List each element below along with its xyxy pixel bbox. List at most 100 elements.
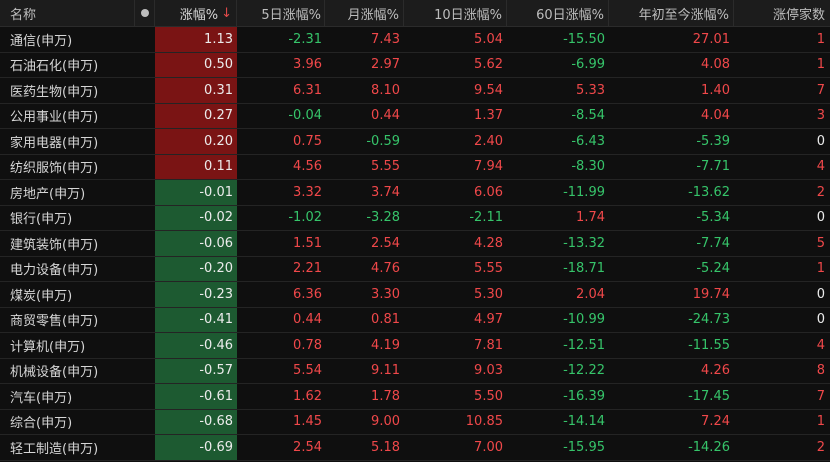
cell-change: -0.69	[155, 435, 237, 460]
cell-10d-change: 7.00	[474, 439, 503, 455]
cell-5d-change: 4.56	[293, 159, 322, 175]
column-header-5d-change[interactable]: 5日涨幅%	[237, 0, 325, 26]
column-header-60d-change[interactable]: 60日涨幅%	[507, 0, 609, 26]
cell-5d-change: 0.44	[293, 312, 322, 328]
cell-5d-change: 6.36	[293, 286, 322, 302]
cell-change: -0.41	[155, 307, 237, 332]
table-row[interactable]: 煤炭(申万) -0.23 6.36 3.30 5.30 2.04 19.74 0	[0, 282, 830, 308]
cell-5d-change: 2.54	[293, 439, 322, 455]
cell-10d-change: 7.81	[474, 337, 503, 353]
column-header-limit-up-count[interactable]: 涨停家数	[734, 0, 830, 26]
cell-sector-name: 银行(申万)	[10, 212, 73, 228]
cell-5d-change: 2.21	[293, 261, 322, 277]
cell-month-change: 4.19	[371, 337, 400, 353]
cell-5d-change: 3.32	[293, 184, 322, 200]
cell-limit-up-count: 4	[816, 159, 825, 175]
cell-sector-name: 商贸零售(申万)	[10, 314, 99, 330]
column-header-10d-change[interactable]: 10日涨幅%	[404, 0, 507, 26]
table-row[interactable]: 家用电器(申万) 0.20 0.75 -0.59 2.40 -6.43 -5.39 0	[0, 129, 830, 155]
cell-ytd-change: -13.62	[688, 184, 730, 200]
cell-5d-change: -0.04	[288, 108, 322, 124]
table-row[interactable]: 机械设备(申万) -0.57 5.54 9.11 9.03 -12.22 4.26 8	[0, 358, 830, 384]
cell-10d-change: 5.04	[474, 31, 503, 47]
cell-limit-up-count: 0	[816, 133, 825, 149]
cell-limit-up-count: 7	[816, 388, 825, 404]
cell-60d-change: -6.43	[571, 133, 605, 149]
table-row[interactable]: 电力设备(申万) -0.20 2.21 4.76 5.55 -18.71 -5.24 1	[0, 256, 830, 282]
cell-month-change: -3.28	[366, 210, 400, 226]
table-row[interactable]: 纺织服饰(申万) 0.11 4.56 5.55 7.94 -8.30 -7.71 4	[0, 154, 830, 180]
cell-ytd-change: 1.40	[701, 82, 730, 98]
cell-ytd-change: 27.01	[692, 31, 730, 47]
cell-sector-name: 通信(申万)	[10, 33, 73, 49]
cell-month-change: 7.43	[371, 31, 400, 47]
cell-ytd-change: 4.08	[701, 57, 730, 73]
cell-spacer	[135, 308, 155, 333]
table-row[interactable]: 商贸零售(申万) -0.41 0.44 0.81 4.97 -10.99 -24.73 0	[0, 307, 830, 333]
table-row[interactable]: 综合(申万) -0.68 1.45 9.00 10.85 -14.14 7.24 1	[0, 409, 830, 435]
cell-spacer	[135, 155, 155, 180]
column-header-change[interactable]: 涨幅% ↓	[155, 0, 237, 26]
cell-ytd-change: -17.45	[688, 388, 730, 404]
cell-ytd-change: -7.71	[696, 159, 730, 175]
cell-change: 0.50	[155, 52, 237, 77]
cell-ytd-change: 7.24	[701, 414, 730, 430]
cell-10d-change: 9.03	[474, 363, 503, 379]
table-row[interactable]: 计算机(申万) -0.46 0.78 4.19 7.81 -12.51 -11.55 4	[0, 333, 830, 359]
sort-desc-arrow-icon: ↓	[221, 5, 232, 21]
table-row[interactable]: 轻工制造(申万) -0.69 2.54 5.18 7.00 -15.95 -14.26 2	[0, 435, 830, 461]
table-row[interactable]: 医药生物(申万) 0.31 6.31 8.10 9.54 5.33 1.40 7	[0, 78, 830, 104]
cell-ytd-change: -5.39	[696, 133, 730, 149]
column-header-name[interactable]: 名称	[0, 0, 135, 26]
column-header-month-change[interactable]: 月涨幅%	[325, 0, 404, 26]
cell-sector-name: 家用电器(申万)	[10, 135, 99, 151]
cell-10d-change: 4.97	[474, 312, 503, 328]
cell-change: 0.31	[155, 78, 237, 103]
cell-change: -0.20	[155, 256, 237, 281]
cell-10d-change: 5.55	[474, 261, 503, 277]
table-row[interactable]: 建筑装饰(申万) -0.06 1.51 2.54 4.28 -13.32 -7.74 5	[0, 231, 830, 257]
cell-5d-change: 1.51	[293, 235, 322, 251]
cell-60d-change: -8.54	[571, 108, 605, 124]
column-settings-dot-icon[interactable]	[135, 0, 155, 26]
table-row[interactable]: 通信(申万) 1.13 -2.31 7.43 5.04 -15.50 27.01 1	[0, 27, 830, 53]
cell-month-change: 3.30	[371, 286, 400, 302]
cell-10d-change: 5.62	[474, 57, 503, 73]
cell-spacer	[135, 53, 155, 78]
cell-5d-change: 1.45	[293, 414, 322, 430]
cell-spacer	[135, 410, 155, 435]
cell-10d-change: 9.54	[474, 82, 503, 98]
cell-spacer	[135, 206, 155, 231]
table-row[interactable]: 房地产(申万) -0.01 3.32 3.74 6.06 -11.99 -13.62 2	[0, 180, 830, 206]
cell-spacer	[135, 78, 155, 103]
cell-60d-change: -11.99	[563, 184, 605, 200]
cell-change: -0.61	[155, 384, 237, 409]
column-header-ytd-change[interactable]: 年初至今涨幅%	[609, 0, 734, 26]
cell-month-change: 2.97	[371, 57, 400, 73]
cell-10d-change: 2.40	[474, 133, 503, 149]
cell-ytd-change: -5.34	[696, 210, 730, 226]
cell-spacer	[135, 129, 155, 154]
cell-60d-change: -16.39	[563, 388, 605, 404]
cell-sector-name: 房地产(申万)	[10, 186, 86, 202]
cell-limit-up-count: 1	[816, 57, 825, 73]
cell-5d-change: 5.54	[293, 363, 322, 379]
cell-limit-up-count: 7	[816, 82, 825, 98]
table-row[interactable]: 汽车(申万) -0.61 1.62 1.78 5.50 -16.39 -17.45 7	[0, 384, 830, 410]
table-row[interactable]: 公用事业(申万) 0.27 -0.04 0.44 1.37 -8.54 4.04 3	[0, 103, 830, 129]
cell-spacer	[135, 333, 155, 358]
table-row[interactable]: 银行(申万) -0.02 -1.02 -3.28 -2.11 1.74 -5.34 0	[0, 205, 830, 231]
cell-change: -0.68	[155, 409, 237, 434]
cell-sector-name: 纺织服饰(申万)	[10, 161, 99, 177]
cell-change: -0.06	[155, 231, 237, 256]
cell-limit-up-count: 0	[816, 312, 825, 328]
cell-60d-change: 1.74	[576, 210, 605, 226]
cell-month-change: 0.44	[371, 108, 400, 124]
table-row[interactable]: 石油石化(申万) 0.50 3.96 2.97 5.62 -6.99 4.08 1	[0, 52, 830, 78]
cell-spacer	[135, 384, 155, 409]
cell-60d-change: -18.71	[563, 261, 605, 277]
cell-10d-change: 5.30	[474, 286, 503, 302]
cell-limit-up-count: 1	[816, 261, 825, 277]
cell-5d-change: 1.62	[293, 388, 322, 404]
cell-5d-change: 3.96	[293, 57, 322, 73]
